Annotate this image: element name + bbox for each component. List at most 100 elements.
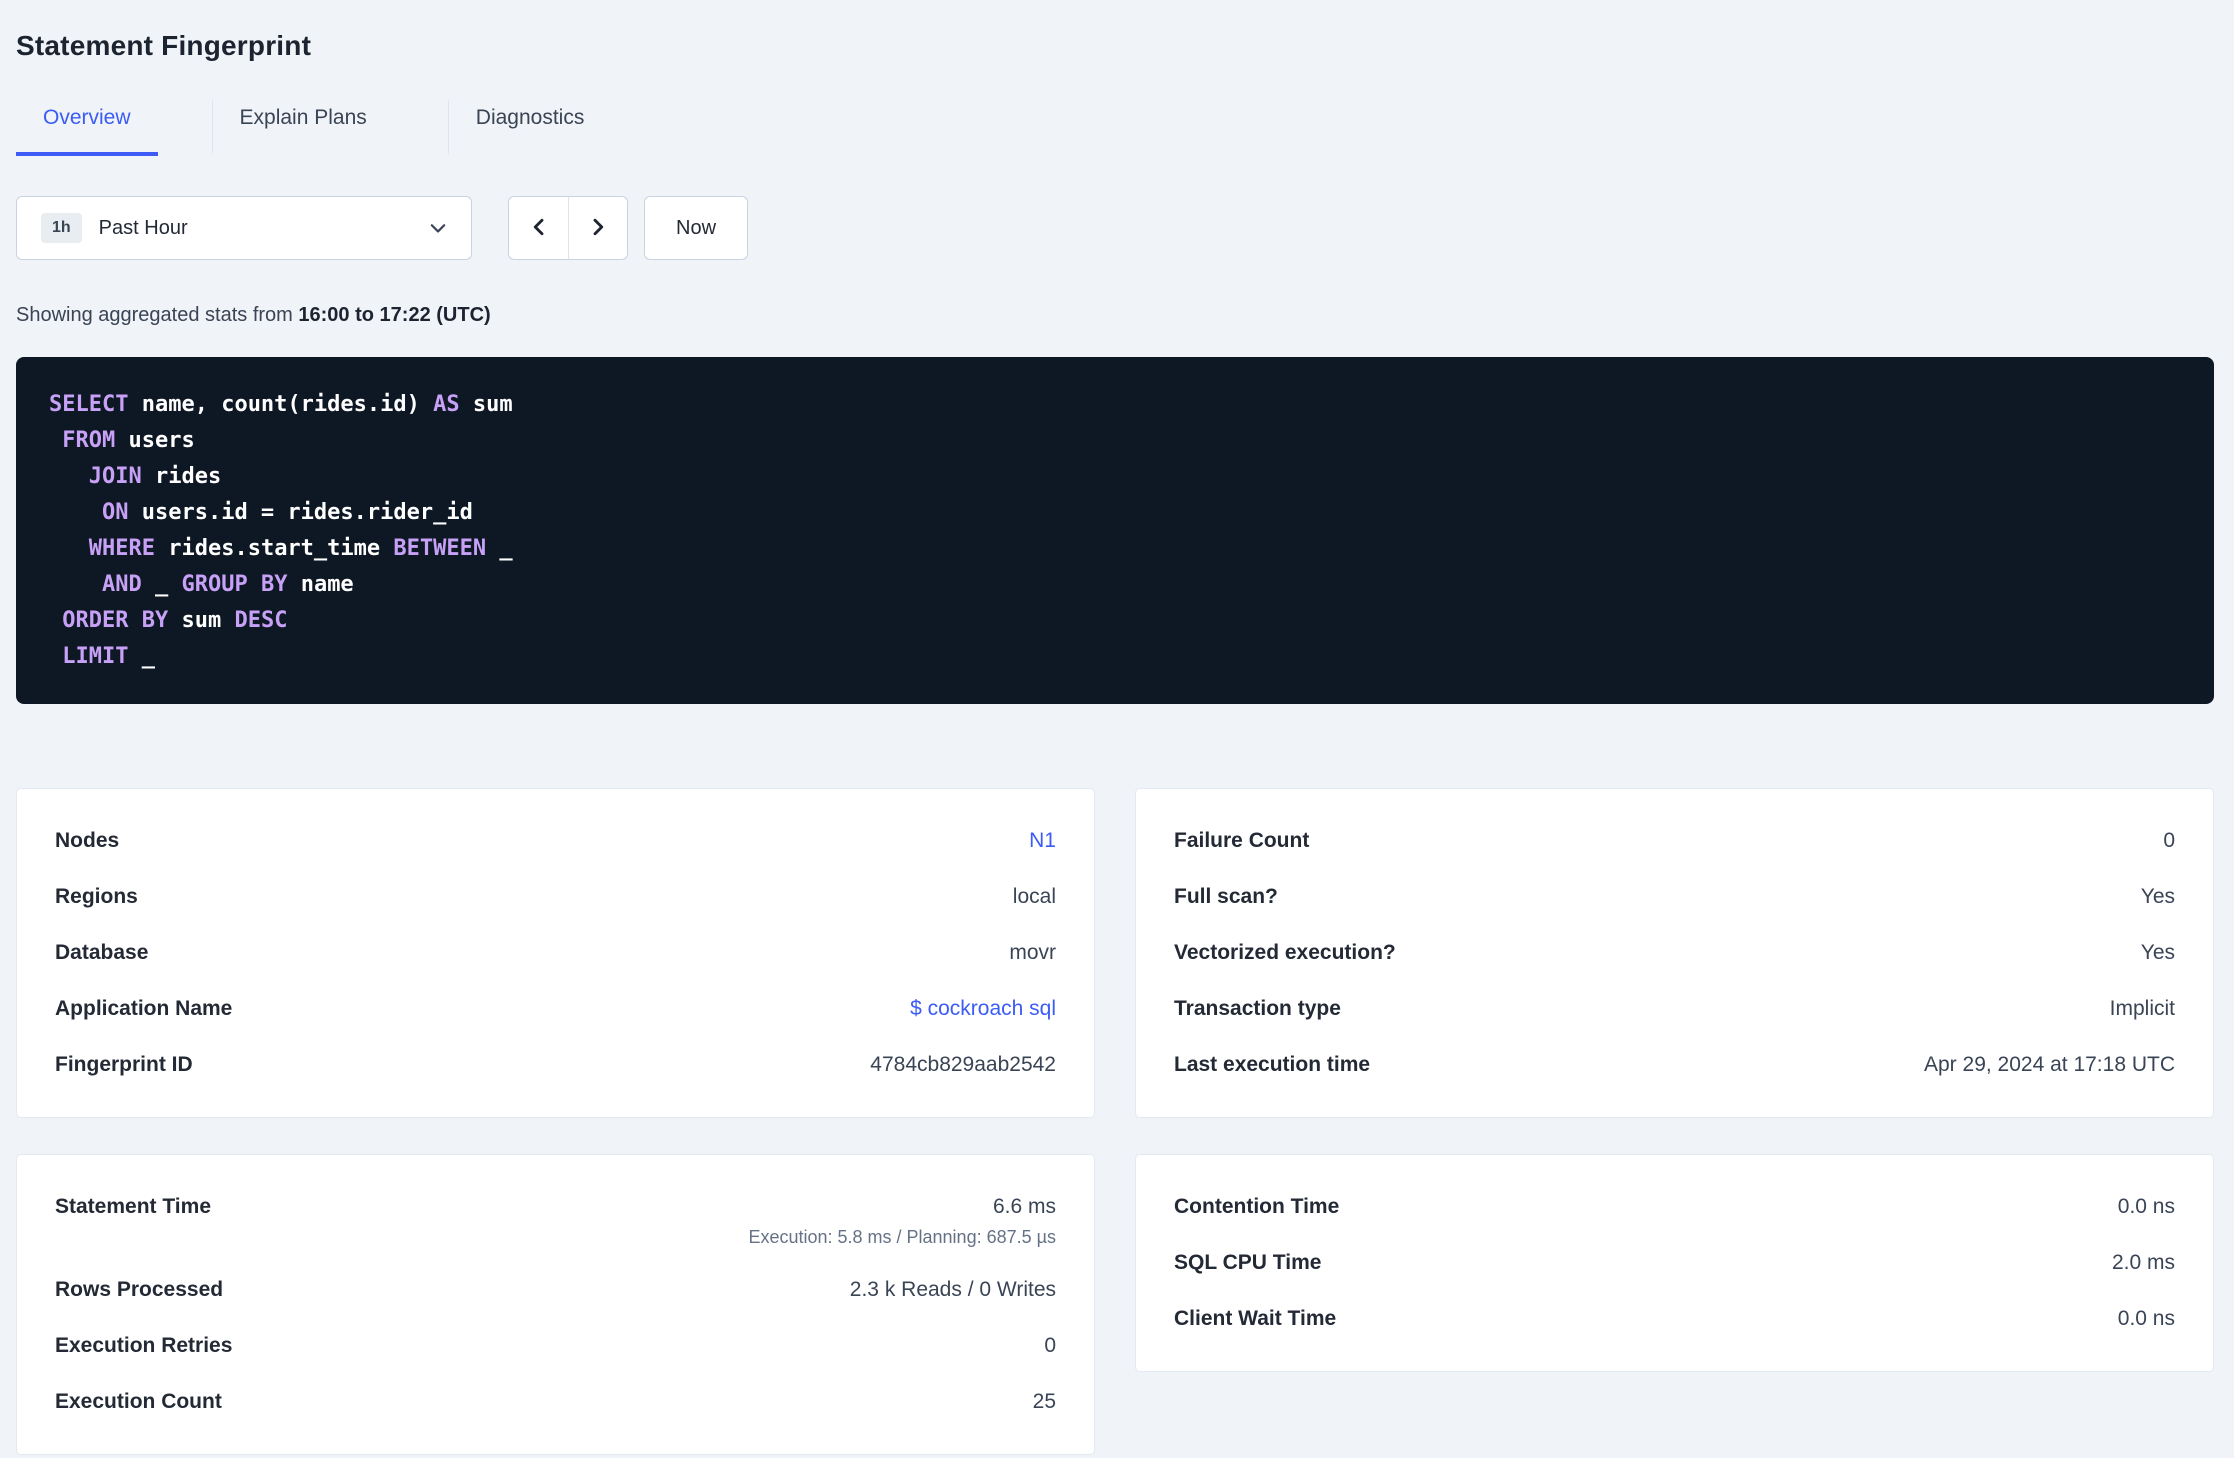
sql-keyword: FROM [62, 428, 116, 453]
card-row: SQL CPU Time 2.0 ms [1174, 1235, 2175, 1291]
sql-line: SELECT name, count(rides.id) AS sum [49, 387, 2184, 423]
sql-line: LIMIT _ [49, 639, 2184, 675]
chevron-down-icon [427, 217, 449, 239]
sql-keyword: SELECT [49, 392, 129, 417]
row-value-wrap: Yes [2141, 883, 2175, 911]
sql-text: _ [128, 644, 155, 669]
row-value: 2.0 ms [2111, 1251, 2175, 1274]
row-label: Application Name [55, 997, 233, 1020]
card-row: Fingerprint ID 4784cb829aab2542 [55, 1037, 1056, 1093]
row-value-wrap: Implicit [2110, 995, 2175, 1023]
sql-keyword: WHERE [88, 536, 155, 561]
row-label: Client Wait Time [1174, 1307, 1337, 1330]
stats-cards: Nodes N1 Regions local Database movr Applicati… [16, 788, 2214, 1455]
sql-keyword: AND [101, 572, 142, 597]
row-value-wrap: 0 [2163, 827, 2175, 855]
sql-text: rides.start_time [154, 536, 394, 561]
chevron-right-icon [586, 215, 610, 242]
row-value: Implicit [2109, 997, 2175, 1020]
page-title: Statement Fingerprint [16, 30, 312, 61]
row-label: Execution Count [55, 1390, 222, 1413]
sql-text: sum [459, 392, 513, 417]
statement-details-card: Nodes N1 Regions local Database movr Applicati… [16, 788, 1095, 1118]
previous-interval-button[interactable] [509, 197, 568, 259]
sql-text: _ [141, 572, 182, 597]
card-row: Vectorized execution? Yes [1174, 925, 2175, 981]
sql-keyword: BETWEEN [393, 536, 487, 561]
row-value: Apr 29, 2024 at 17:18 UTC [1924, 1053, 2175, 1076]
card-row: Transaction type Implicit [1174, 981, 2175, 1037]
sql-keyword: ORDER BY [62, 608, 169, 633]
row-value: 0.0 ns [2117, 1307, 2175, 1330]
row-value: 4784cb829aab2542 [870, 1053, 1056, 1076]
row-value-wrap: 6.6 ms Execution: 5.8 ms / Planning: 687.… [748, 1193, 1056, 1248]
card-row: Database movr [55, 925, 1056, 981]
sql-keyword: LIMIT [62, 644, 129, 669]
row-value-wrap: 0.0 ns [2118, 1193, 2175, 1221]
row-value: Yes [2140, 941, 2175, 964]
row-label: Nodes [55, 829, 120, 852]
row-label: Failure Count [1174, 829, 1310, 852]
time-toolbar: 1h Past Hour Now [16, 196, 2214, 260]
row-label: SQL CPU Time [1174, 1251, 1322, 1274]
row-label: Database [55, 941, 149, 964]
row-value-wrap: 2.3 k Reads / 0 Writes [850, 1276, 1056, 1304]
next-interval-button[interactable] [568, 197, 627, 259]
time-range-label: Past Hour [98, 216, 188, 239]
sql-keyword: ON [101, 500, 129, 525]
sql-text: name [287, 572, 354, 597]
card-row: Nodes N1 [55, 813, 1056, 869]
row-value-wrap: 2.0 ms [2112, 1249, 2175, 1277]
row-value: 25 [1032, 1390, 1056, 1413]
row-value-wrap: 4784cb829aab2542 [870, 1051, 1056, 1079]
card-row: Failure Count 0 [1174, 813, 2175, 869]
sql-keyword: GROUP BY [181, 572, 288, 597]
row-value: local [1012, 885, 1056, 908]
row-value: 0 [2163, 829, 2175, 852]
sql-keyword: AS [433, 392, 460, 417]
row-value: 0 [1044, 1334, 1056, 1357]
row-value-link[interactable]: N1 [1029, 827, 1056, 855]
card-row: Statement Time 6.6 ms Execution: 5.8 ms / … [55, 1179, 1056, 1262]
card-row: Execution Count 25 [55, 1374, 1056, 1430]
row-value-wrap: 25 [1033, 1388, 1056, 1416]
row-label: Statement Time [55, 1195, 211, 1218]
row-value-wrap: N1 [1029, 827, 1056, 855]
aggregated-stats-prefix: Showing aggregated stats from [16, 304, 293, 326]
sql-text: _ [486, 536, 513, 561]
statement-fingerprint-page: Statement Fingerprint Overview Explain Pl… [0, 0, 2234, 1455]
aggregated-stats-text: Showing aggregated stats from 16:00 to 1… [16, 304, 2214, 327]
sql-keyword: DESC [234, 608, 288, 633]
time-interval-arrows [508, 196, 628, 260]
row-label: Execution Retries [55, 1334, 233, 1357]
card-row: Full scan? Yes [1174, 869, 2175, 925]
row-label: Full scan? [1174, 885, 1278, 908]
row-value-wrap: 0 [1044, 1332, 1056, 1360]
row-value: Yes [2140, 885, 2175, 908]
sql-text: rides [141, 464, 222, 489]
sql-text: users.id = rides.rider_id [128, 500, 473, 525]
card-row: Regions local [55, 869, 1056, 925]
row-value-wrap: movr [1009, 939, 1056, 967]
tab-diagnostics[interactable]: Diagnostics [447, 100, 612, 156]
row-value: movr [1009, 941, 1056, 964]
row-value-link[interactable]: $ cockroach sql [910, 995, 1056, 1023]
tab-explain-plans[interactable]: Explain Plans [211, 100, 394, 156]
time-range-badge: 1h [41, 213, 82, 243]
time-range-picker[interactable]: 1h Past Hour [16, 196, 472, 260]
aggregated-stats-range: 16:00 to 17:22 (UTC) [298, 304, 491, 326]
row-label: Regions [55, 885, 138, 908]
sql-line: FROM users [49, 423, 2184, 459]
now-button[interactable]: Now [644, 196, 749, 260]
tab-overview[interactable]: Overview [16, 100, 158, 156]
row-subvalue: Execution: 5.8 ms / Planning: 687.5 µs [748, 1227, 1056, 1247]
tab-bar: Overview Explain Plans Diagnostics [16, 100, 2214, 156]
sql-text: users [115, 428, 195, 453]
row-label: Contention Time [1174, 1195, 1340, 1218]
